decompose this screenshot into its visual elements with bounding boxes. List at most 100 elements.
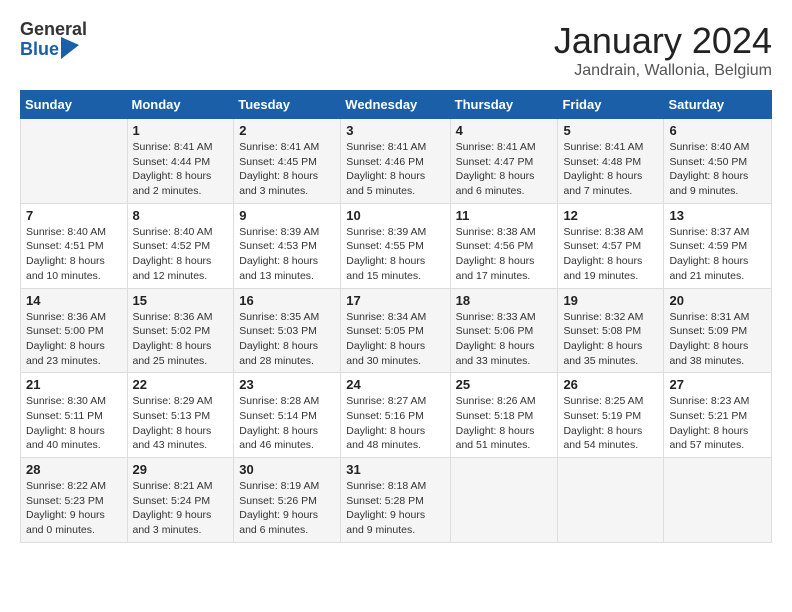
day-info: Sunrise: 8:41 AMSunset: 4:44 PMDaylight:… xyxy=(133,140,229,199)
day-info: Sunrise: 8:41 AMSunset: 4:46 PMDaylight:… xyxy=(346,140,444,199)
day-number: 7 xyxy=(26,208,122,223)
day-info: Sunrise: 8:40 AMSunset: 4:50 PMDaylight:… xyxy=(669,140,766,199)
day-number: 23 xyxy=(239,377,335,392)
day-info: Sunrise: 8:41 AMSunset: 4:48 PMDaylight:… xyxy=(563,140,658,199)
day-cell: 18Sunrise: 8:33 AMSunset: 5:06 PMDayligh… xyxy=(450,288,558,373)
day-info: Sunrise: 8:41 AMSunset: 4:47 PMDaylight:… xyxy=(456,140,553,199)
day-info: Sunrise: 8:35 AMSunset: 5:03 PMDaylight:… xyxy=(239,310,335,369)
day-number: 9 xyxy=(239,208,335,223)
day-info: Sunrise: 8:23 AMSunset: 5:21 PMDaylight:… xyxy=(669,394,766,453)
day-cell: 10 Sunrise: 8:39 AMSunset: 4:55 PMDayligh… xyxy=(341,203,450,288)
day-number: 14 xyxy=(26,293,122,308)
week-row-5: 28Sunrise: 8:22 AMSunset: 5:23 PMDayligh… xyxy=(21,458,772,543)
day-cell: 20 Sunrise: 8:31 AMSunset: 5:09 PMDayligh… xyxy=(664,288,772,373)
page-header: General Blue January 2024 Jandrain, Wall… xyxy=(20,20,772,80)
day-cell: 14 Sunrise: 8:36 AMSunset: 5:00 PMDayligh… xyxy=(21,288,128,373)
day-info: Sunrise: 8:36 AMSunset: 5:02 PMDaylight:… xyxy=(133,310,229,369)
day-cell: 15 Sunrise: 8:36 AMSunset: 5:02 PMDayligh… xyxy=(127,288,234,373)
calendar-table: SundayMondayTuesdayWednesdayThursdayFrid… xyxy=(20,90,772,543)
day-number: 29 xyxy=(133,462,229,477)
day-info: Sunrise: 8:32 AMSunset: 5:08 PMDaylight:… xyxy=(563,310,658,369)
logo-text: General Blue xyxy=(20,20,87,60)
day-number: 8 xyxy=(133,208,229,223)
day-info: Sunrise: 8:34 AMSunset: 5:05 PMDaylight:… xyxy=(346,310,444,369)
day-info: Sunrise: 8:25 AMSunset: 5:19 PMDaylight:… xyxy=(563,394,658,453)
day-info: Sunrise: 8:37 AMSunset: 4:59 PMDaylight:… xyxy=(669,225,766,284)
day-number: 3 xyxy=(346,123,444,138)
day-info: Sunrise: 8:39 AMSunset: 4:55 PMDaylight:… xyxy=(346,225,444,284)
day-info: Sunrise: 8:38 AMSunset: 4:56 PMDaylight:… xyxy=(456,225,553,284)
day-cell: 17 Sunrise: 8:34 AMSunset: 5:05 PMDayligh… xyxy=(341,288,450,373)
weekday-saturday: Saturday xyxy=(664,91,772,119)
day-cell xyxy=(664,458,772,543)
day-cell: 30 Sunrise: 8:19 AMSunset: 5:26 PMDayligh… xyxy=(234,458,341,543)
weekday-header-row: SundayMondayTuesdayWednesdayThursdayFrid… xyxy=(21,91,772,119)
day-cell: 31Sunrise: 8:18 AMSunset: 5:28 PMDayligh… xyxy=(341,458,450,543)
day-cell: 23Sunrise: 8:28 AMSunset: 5:14 PMDayligh… xyxy=(234,373,341,458)
day-number: 25 xyxy=(456,377,553,392)
day-number: 13 xyxy=(669,208,766,223)
day-number: 4 xyxy=(456,123,553,138)
logo-icon xyxy=(61,37,79,59)
month-title: January 2024 xyxy=(554,20,772,62)
day-cell: 6 Sunrise: 8:40 AMSunset: 4:50 PMDaylight… xyxy=(664,119,772,204)
day-cell xyxy=(450,458,558,543)
day-number: 16 xyxy=(239,293,335,308)
day-cell: 19 Sunrise: 8:32 AMSunset: 5:08 PMDayligh… xyxy=(558,288,664,373)
week-row-3: 14 Sunrise: 8:36 AMSunset: 5:00 PMDayligh… xyxy=(21,288,772,373)
calendar-header: SundayMondayTuesdayWednesdayThursdayFrid… xyxy=(21,91,772,119)
week-row-2: 7 Sunrise: 8:40 AMSunset: 4:51 PMDaylight… xyxy=(21,203,772,288)
day-number: 17 xyxy=(346,293,444,308)
day-cell: 3 Sunrise: 8:41 AMSunset: 4:46 PMDaylight… xyxy=(341,119,450,204)
day-info: Sunrise: 8:31 AMSunset: 5:09 PMDaylight:… xyxy=(669,310,766,369)
day-number: 19 xyxy=(563,293,658,308)
calendar-body: 1 Sunrise: 8:41 AMSunset: 4:44 PMDaylight… xyxy=(21,119,772,543)
day-number: 15 xyxy=(133,293,229,308)
weekday-tuesday: Tuesday xyxy=(234,91,341,119)
weekday-thursday: Thursday xyxy=(450,91,558,119)
day-number: 1 xyxy=(133,123,229,138)
day-cell: 26Sunrise: 8:25 AMSunset: 5:19 PMDayligh… xyxy=(558,373,664,458)
day-info: Sunrise: 8:18 AMSunset: 5:28 PMDaylight:… xyxy=(346,479,444,538)
day-cell: 22 Sunrise: 8:29 AMSunset: 5:13 PMDayligh… xyxy=(127,373,234,458)
day-number: 21 xyxy=(26,377,122,392)
day-number: 11 xyxy=(456,208,553,223)
day-number: 22 xyxy=(133,377,229,392)
day-info: Sunrise: 8:26 AMSunset: 5:18 PMDaylight:… xyxy=(456,394,553,453)
day-number: 24 xyxy=(346,377,444,392)
day-info: Sunrise: 8:30 AMSunset: 5:11 PMDaylight:… xyxy=(26,394,122,453)
day-number: 2 xyxy=(239,123,335,138)
day-number: 10 xyxy=(346,208,444,223)
day-number: 12 xyxy=(563,208,658,223)
logo-blue: Blue xyxy=(20,40,59,60)
day-info: Sunrise: 8:40 AMSunset: 4:52 PMDaylight:… xyxy=(133,225,229,284)
logo: General Blue xyxy=(20,20,87,60)
day-info: Sunrise: 8:21 AMSunset: 5:24 PMDaylight:… xyxy=(133,479,229,538)
day-cell: 25 Sunrise: 8:26 AMSunset: 5:18 PMDayligh… xyxy=(450,373,558,458)
day-cell: 2Sunrise: 8:41 AMSunset: 4:45 PMDaylight… xyxy=(234,119,341,204)
week-row-4: 21 Sunrise: 8:30 AMSunset: 5:11 PMDayligh… xyxy=(21,373,772,458)
day-info: Sunrise: 8:39 AMSunset: 4:53 PMDaylight:… xyxy=(239,225,335,284)
day-info: Sunrise: 8:40 AMSunset: 4:51 PMDaylight:… xyxy=(26,225,122,284)
day-cell: 13 Sunrise: 8:37 AMSunset: 4:59 PMDayligh… xyxy=(664,203,772,288)
day-cell: 24Sunrise: 8:27 AMSunset: 5:16 PMDayligh… xyxy=(341,373,450,458)
day-cell: 12Sunrise: 8:38 AMSunset: 4:57 PMDayligh… xyxy=(558,203,664,288)
day-number: 30 xyxy=(239,462,335,477)
day-number: 20 xyxy=(669,293,766,308)
day-number: 18 xyxy=(456,293,553,308)
day-cell: 11 Sunrise: 8:38 AMSunset: 4:56 PMDayligh… xyxy=(450,203,558,288)
weekday-friday: Friday xyxy=(558,91,664,119)
week-row-1: 1 Sunrise: 8:41 AMSunset: 4:44 PMDaylight… xyxy=(21,119,772,204)
day-cell: 27 Sunrise: 8:23 AMSunset: 5:21 PMDayligh… xyxy=(664,373,772,458)
title-block: January 2024 Jandrain, Wallonia, Belgium xyxy=(554,20,772,80)
day-info: Sunrise: 8:36 AMSunset: 5:00 PMDaylight:… xyxy=(26,310,122,369)
day-info: Sunrise: 8:29 AMSunset: 5:13 PMDaylight:… xyxy=(133,394,229,453)
day-cell: 5Sunrise: 8:41 AMSunset: 4:48 PMDaylight… xyxy=(558,119,664,204)
day-cell: 4 Sunrise: 8:41 AMSunset: 4:47 PMDaylight… xyxy=(450,119,558,204)
day-cell xyxy=(558,458,664,543)
location: Jandrain, Wallonia, Belgium xyxy=(554,62,772,80)
day-info: Sunrise: 8:19 AMSunset: 5:26 PMDaylight:… xyxy=(239,479,335,538)
day-number: 27 xyxy=(669,377,766,392)
day-number: 28 xyxy=(26,462,122,477)
day-number: 6 xyxy=(669,123,766,138)
